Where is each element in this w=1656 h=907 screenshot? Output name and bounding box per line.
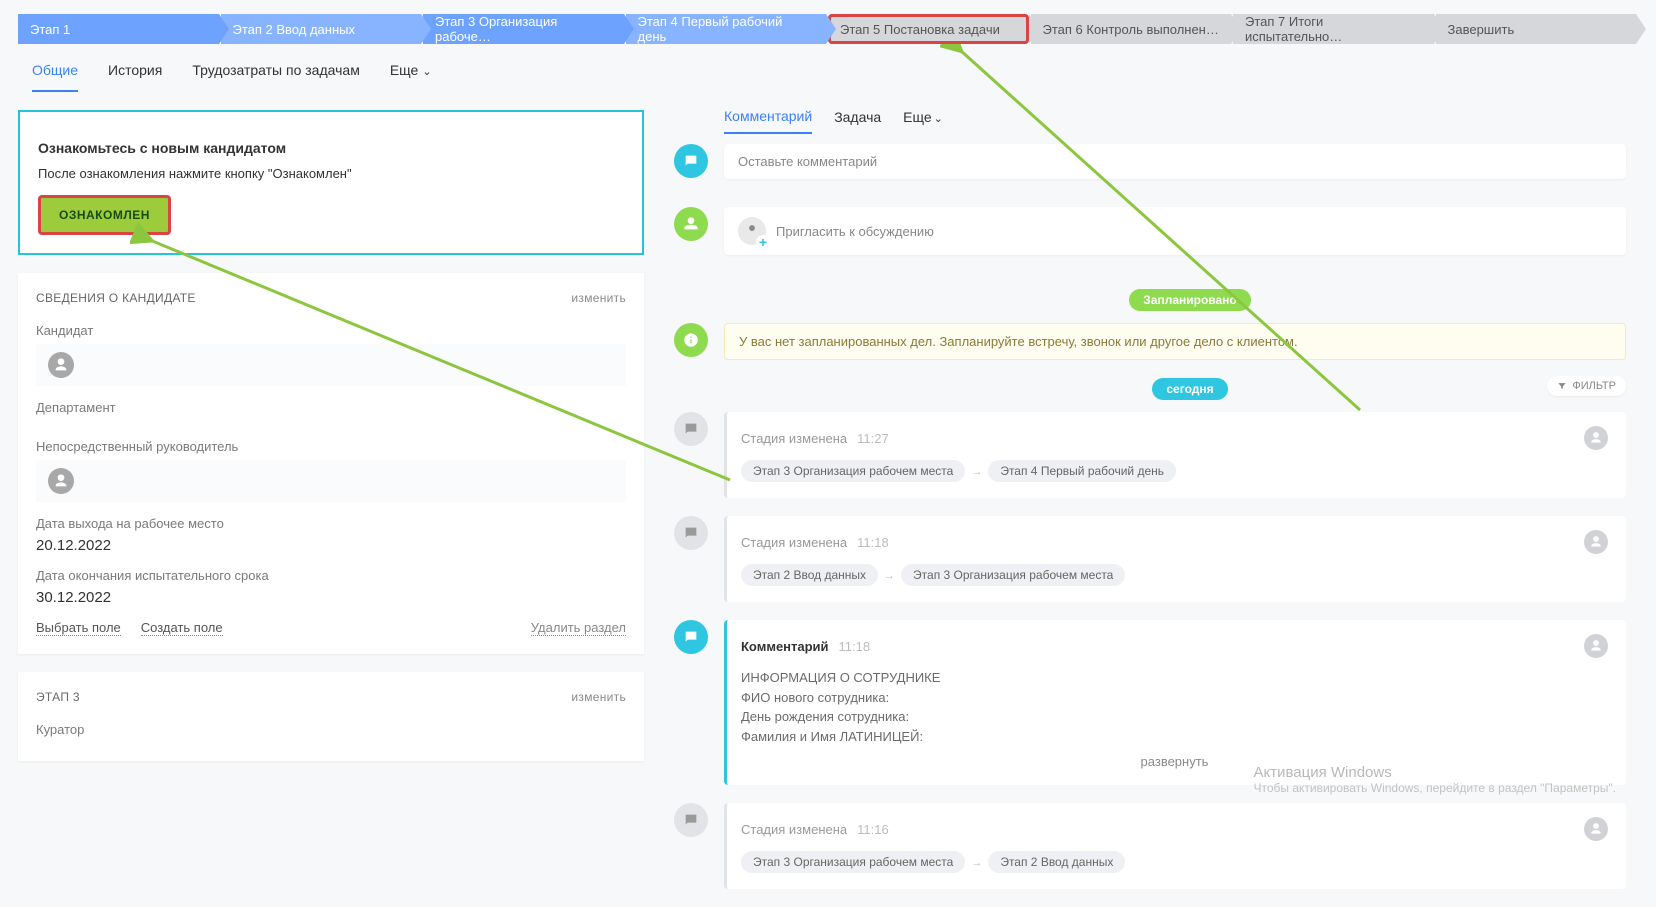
comment-input[interactable]: Оставьте комментарий	[724, 144, 1626, 179]
person-icon	[48, 468, 74, 494]
stage-5[interactable]: Этап 5 Постановка задачи	[828, 14, 1029, 44]
department-label: Департамент	[36, 400, 626, 415]
infobox: Ознакомьтесь с новым кандидатом После оз…	[18, 110, 644, 255]
stage-2[interactable]: Этап 2 Ввод данных	[221, 14, 422, 44]
log-title: Стадия изменена	[741, 535, 847, 550]
supervisor-field[interactable]	[36, 460, 626, 502]
delete-section-link[interactable]: Удалить раздел	[531, 620, 626, 636]
stage-chip: Этап 2 Ввод данных	[988, 851, 1125, 873]
date-end-value: 30.12.2022	[36, 589, 626, 606]
today-chip: сегодня	[1152, 378, 1227, 400]
planned-chip: Запланировано	[1129, 289, 1251, 311]
candidate-label: Кандидат	[36, 323, 626, 338]
stage-1[interactable]: Этап 1	[18, 14, 219, 44]
rtab-задача[interactable]: Задача	[834, 109, 881, 133]
supervisor-label: Непосредственный руководитель	[36, 439, 626, 454]
log-item: Стадия изменена 11:16 Этап 3 Организация р…	[724, 803, 1626, 889]
no-plans-warning: У вас нет запланированных дел. Запланиру…	[724, 323, 1626, 360]
stage-6[interactable]: Этап 6 Контроль выполнен…	[1031, 14, 1232, 44]
stage-3[interactable]: Этап 3 Организация рабоче…	[423, 14, 624, 44]
log-time: 11:18	[857, 535, 889, 550]
stage-chip: Этап 4 Первый рабочий день	[988, 460, 1176, 482]
stage-7[interactable]: Этап 7 Итоги испытательно…	[1233, 14, 1434, 44]
stage3-panel-title: ЭТАП 3	[36, 690, 80, 704]
candidate-panel-edit[interactable]: изменить	[571, 291, 626, 305]
log-avatar	[1584, 817, 1608, 841]
stage-8[interactable]: Завершить	[1436, 14, 1637, 44]
log-avatar	[1584, 426, 1608, 450]
log-avatar	[1584, 530, 1608, 554]
candidate-panel-title: СВЕДЕНИЯ О КАНДИДАТЕ	[36, 291, 196, 305]
log-time: 11:16	[857, 822, 889, 837]
comment-icon	[674, 144, 708, 178]
stage-chip: Этап 3 Организация рабочем места	[741, 460, 965, 482]
expand-link[interactable]: развернуть	[741, 746, 1608, 769]
invite-icon	[674, 207, 708, 241]
curator-label: Куратор	[36, 722, 626, 737]
avatar-plus-icon: +	[738, 217, 766, 245]
date-out-value: 20.12.2022	[36, 537, 626, 554]
candidate-panel: СВЕДЕНИЯ О КАНДИДАТЕ изменить Кандидат Д…	[18, 273, 644, 654]
select-field-link[interactable]: Выбрать поле	[36, 620, 121, 636]
log-time: 11:27	[857, 431, 889, 446]
create-field-link[interactable]: Создать поле	[141, 620, 223, 636]
stage3-panel-edit[interactable]: изменить	[571, 690, 626, 704]
rtab-еще[interactable]: Еще⌄	[903, 109, 943, 133]
stage-chip: Этап 2 Ввод данных	[741, 564, 878, 586]
log-title: Стадия изменена	[741, 431, 847, 446]
candidate-field[interactable]	[36, 344, 626, 386]
log-item: Стадия изменена11:18Этап 2 Ввод данных→Э…	[724, 516, 1626, 602]
tab-история[interactable]: История	[108, 62, 162, 92]
rtab-комментарий[interactable]: Комментарий	[724, 108, 812, 134]
stage-chip: Этап 3 Организация рабочем места	[901, 564, 1125, 586]
acknowledge-button[interactable]: ОЗНАКОМЛЕН	[38, 195, 171, 235]
log-title: Комментарий	[741, 639, 829, 654]
stage-change-icon	[674, 516, 708, 550]
date-end-label: Дата окончания испытательного срока	[36, 568, 626, 583]
date-out-label: Дата выхода на рабочее место	[36, 516, 626, 531]
stage-change-icon	[674, 412, 708, 446]
info-icon	[674, 323, 708, 357]
stage-4[interactable]: Этап 4 Первый рабочий день	[626, 14, 827, 44]
invite-label: Пригласить к обсуждению	[776, 224, 934, 239]
log-time: 11:18	[839, 639, 871, 654]
tab-еще[interactable]: Еще⌄	[390, 62, 432, 92]
tab-трудозатраты-по-задачам[interactable]: Трудозатраты по задачам	[192, 62, 359, 92]
stage3-panel: ЭТАП 3 изменить Куратор	[18, 672, 644, 761]
stage-change-icon	[674, 803, 708, 837]
log-item: Стадия изменена 11:27 Этап 3 Организация р…	[724, 412, 1626, 498]
log-avatar	[1584, 634, 1608, 658]
stage-chip: Этап 3 Организация рабочем места	[741, 851, 965, 873]
invite-input[interactable]: + Пригласить к обсуждению	[724, 207, 1626, 255]
log-item: Комментарий11:18ИНФОРМАЦИЯ О СОТРУДНИКЕФ…	[724, 620, 1626, 785]
comment-entry-icon	[674, 620, 708, 654]
tab-общие[interactable]: Общие	[32, 62, 78, 92]
person-icon	[48, 352, 74, 378]
log-title: Стадия изменена	[741, 822, 847, 837]
infobox-text: После ознакомления нажмите кнопку "Ознак…	[38, 166, 624, 181]
filter-button[interactable]: ФИЛЬТР	[1547, 376, 1626, 396]
infobox-title: Ознакомьтесь с новым кандидатом	[38, 140, 624, 156]
